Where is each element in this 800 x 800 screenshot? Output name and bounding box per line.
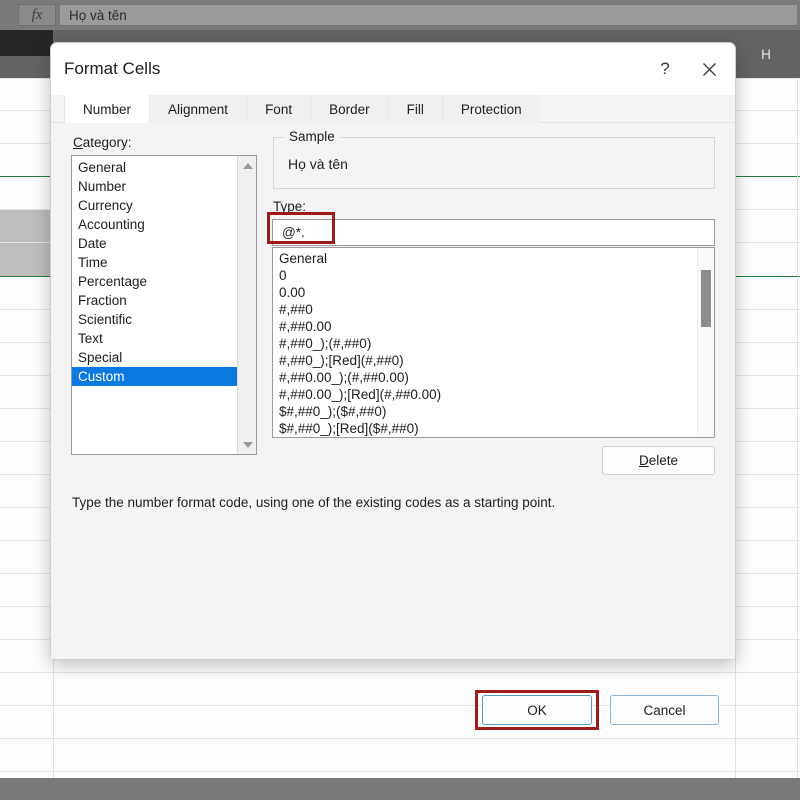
- category-item-special[interactable]: Special: [72, 348, 237, 367]
- ok-label: OK: [527, 702, 547, 718]
- scrollbar-thumb[interactable]: [701, 270, 711, 327]
- category-list[interactable]: General Number Currency Accounting Date …: [72, 156, 237, 454]
- delete-label-rest: elete: [648, 453, 679, 468]
- formula-bar: fx-icon fx Họ và tên: [0, 0, 800, 30]
- delete-button[interactable]: Delete: [602, 446, 715, 475]
- category-label-accel: C: [73, 135, 83, 150]
- column-header-label: H: [761, 46, 771, 62]
- format-cells-dialog: Format Cells ? Number Alignment Font Bor…: [50, 42, 736, 730]
- category-listbox[interactable]: General Number Currency Accounting Date …: [71, 155, 257, 455]
- format-code-item[interactable]: #,##0: [273, 301, 697, 318]
- screen: fx-icon fx Họ và tên H: [0, 0, 800, 800]
- format-code-list[interactable]: General 0 0.00 #,##0 #,##0.00 #,##0_);(#…: [273, 248, 697, 437]
- dialog-titlebar[interactable]: Format Cells ?: [51, 43, 735, 95]
- scroll-down-icon[interactable]: [238, 435, 257, 454]
- type-input[interactable]: @*.: [272, 219, 715, 246]
- format-code-item[interactable]: 0: [273, 267, 697, 284]
- format-code-item[interactable]: #,##0_);[Red](#,##0): [273, 352, 697, 369]
- formula-value: Họ và tên: [69, 7, 127, 23]
- formula-input[interactable]: Họ và tên: [59, 4, 798, 26]
- column-header-h[interactable]: H: [735, 30, 797, 78]
- close-icon: [702, 62, 716, 76]
- type-label-rest: ype:: [280, 199, 307, 214]
- cancel-label: Cancel: [643, 702, 686, 718]
- type-label: Type:: [273, 199, 306, 214]
- category-item-general[interactable]: General: [72, 158, 237, 177]
- category-item-custom[interactable]: Custom: [72, 367, 237, 386]
- tab-alignment[interactable]: Alignment: [149, 95, 247, 123]
- cancel-button[interactable]: Cancel: [610, 695, 719, 725]
- tab-label: Border: [329, 101, 370, 117]
- ok-button[interactable]: OK: [482, 695, 592, 725]
- category-item-date[interactable]: Date: [72, 234, 237, 253]
- type-input-value: @*.: [282, 225, 305, 240]
- dialog-body: Category: General Number Currency Accoun…: [51, 123, 735, 730]
- category-item-text[interactable]: Text: [72, 329, 237, 348]
- format-code-item[interactable]: $#,##0_);($#,##0): [273, 403, 697, 420]
- category-item-number[interactable]: Number: [72, 177, 237, 196]
- format-code-item[interactable]: #,##0.00_);[Red](#,##0.00): [273, 386, 697, 403]
- category-item-fraction[interactable]: Fraction: [72, 291, 237, 310]
- tab-label: Fill: [406, 101, 424, 117]
- format-code-item[interactable]: General: [273, 250, 697, 267]
- sample-value: Họ và tên: [288, 156, 348, 172]
- help-icon: ?: [660, 59, 670, 78]
- close-button[interactable]: [687, 49, 731, 89]
- delete-label-accel: D: [638, 453, 649, 468]
- tab-font[interactable]: Font: [246, 95, 311, 123]
- category-item-time[interactable]: Time: [72, 253, 237, 272]
- corner-dark-strip: [0, 30, 53, 56]
- help-button[interactable]: ?: [643, 49, 687, 89]
- tab-label: Number: [83, 101, 132, 117]
- sample-group: Sample Họ và tên: [273, 129, 715, 189]
- category-item-percentage[interactable]: Percentage: [72, 272, 237, 291]
- tab-number[interactable]: Number: [64, 95, 150, 123]
- format-code-scrollbar[interactable]: [697, 248, 714, 437]
- titlebar-buttons: ?: [643, 43, 731, 95]
- category-item-accounting[interactable]: Accounting: [72, 215, 237, 234]
- format-code-item[interactable]: #,##0.00_);(#,##0.00): [273, 369, 697, 386]
- category-item-currency[interactable]: Currency: [72, 196, 237, 215]
- hint-text: Type the number format code, using one o…: [72, 495, 556, 510]
- dialog-title: Format Cells: [64, 59, 161, 78]
- tabstrip: Number Alignment Font Border Fill Protec…: [51, 95, 735, 123]
- format-code-item[interactable]: #,##0.00: [273, 318, 697, 335]
- category-label: Category:: [73, 135, 132, 150]
- scroll-up-icon[interactable]: [238, 156, 257, 175]
- tab-label: Alignment: [168, 101, 229, 117]
- category-label-rest: ategory:: [82, 135, 132, 150]
- tab-fill[interactable]: Fill: [387, 95, 442, 123]
- tab-protection[interactable]: Protection: [441, 95, 540, 123]
- tab-label: Font: [265, 101, 293, 117]
- category-item-scientific[interactable]: Scientific: [72, 310, 237, 329]
- fx-icon[interactable]: fx-icon fx: [18, 4, 56, 26]
- type-label-accel: T: [273, 199, 281, 214]
- format-code-item[interactable]: $#,##0_);[Red]($#,##0): [273, 420, 697, 437]
- sample-legend: Sample: [284, 129, 340, 144]
- tab-border[interactable]: Border: [310, 95, 388, 123]
- format-code-item[interactable]: #,##0_);(#,##0): [273, 335, 697, 352]
- category-scrollbar[interactable]: [237, 156, 256, 454]
- format-code-listbox[interactable]: General 0 0.00 #,##0 #,##0.00 #,##0_);(#…: [272, 247, 715, 438]
- format-code-item[interactable]: 0.00: [273, 284, 697, 301]
- tab-label: Protection: [460, 101, 522, 117]
- status-bar: [0, 778, 800, 800]
- name-box-spacer: [0, 4, 18, 26]
